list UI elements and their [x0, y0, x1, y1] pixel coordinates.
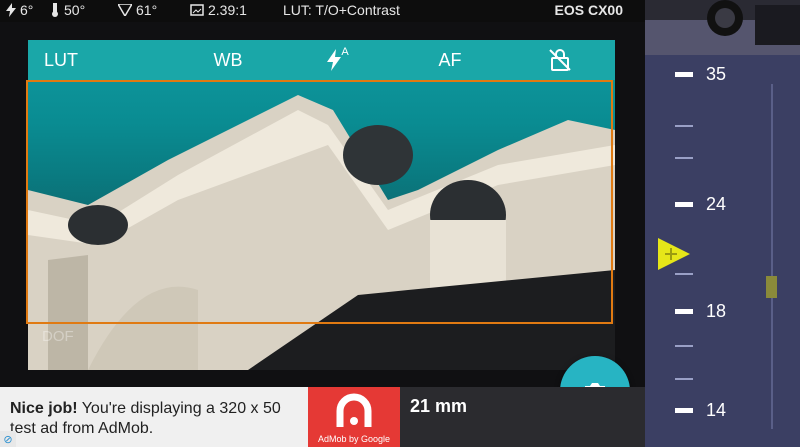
image-icon: [190, 4, 204, 16]
aspect-ratio-value: 2.39:1: [208, 2, 247, 18]
tick-minor: [675, 125, 693, 127]
wb-label: WB: [213, 49, 243, 70]
lut-status: LUT: T/O+Contrast: [283, 2, 400, 18]
thermometer-icon: [52, 3, 58, 17]
camera-thumbnail: [645, 0, 800, 55]
wb-button[interactable]: WB: [206, 40, 250, 80]
admob-logo[interactable]: AdMob by Google: [308, 387, 400, 447]
status-temp1: 50°: [50, 2, 85, 18]
sensor-icon: [118, 4, 132, 16]
adchoices-icon[interactable]: ⊘: [0, 431, 16, 447]
flash-auto-label: A: [341, 46, 349, 58]
zoom-pointer[interactable]: [656, 236, 692, 277]
scale-label: 24: [706, 194, 727, 214]
flash-icon: [327, 49, 342, 71]
status-bar: 6° 50° 61° 2.39:1 LUT: T/O+Contrast EOS …: [0, 0, 645, 22]
battery-value: 6°: [20, 2, 34, 18]
ad-banner[interactable]: Nice job! You're displaying a 320 x 50 t…: [0, 387, 308, 447]
lut-label: LUT: [43, 49, 78, 70]
focal-length: 21 mm: [410, 396, 468, 416]
lock-button[interactable]: [543, 40, 577, 80]
admob-icon: [336, 393, 372, 427]
zoom-slider-handle[interactable]: [766, 276, 777, 298]
scale-label: 18: [706, 301, 727, 321]
scale-label: 35: [706, 64, 727, 84]
status-ratio: 2.39:1: [190, 2, 247, 18]
lock-icon: [549, 49, 571, 71]
status-lut: LUT: T/O+Contrast: [283, 2, 400, 18]
ad-title: Nice job!: [10, 400, 78, 417]
pointer-arrow-icon: [658, 238, 690, 270]
flash-button[interactable]: A: [318, 40, 358, 80]
af-button[interactable]: AF: [428, 40, 472, 80]
lightning-icon: [6, 3, 16, 17]
tick-minor: [675, 345, 693, 347]
tick-minor: [675, 378, 693, 380]
status-camera: EOS CX00: [555, 2, 623, 18]
temp1-value: 50°: [64, 2, 86, 18]
status-battery: 6°: [6, 2, 33, 18]
af-label: AF: [438, 49, 462, 70]
tick-major: [675, 309, 693, 314]
camera-toolbar: LUT WB A AF: [28, 40, 615, 80]
dof-label: DOF: [42, 328, 74, 345]
camera-model: EOS CX00: [554, 2, 623, 18]
tick-major: [675, 72, 693, 77]
admob-caption: AdMob by Google: [317, 434, 391, 444]
tick-minor: [675, 157, 693, 159]
scale-label: 14: [706, 400, 727, 420]
tick-major: [675, 408, 693, 413]
camera-photo-image: [645, 0, 800, 55]
zoom-track: [771, 84, 773, 429]
status-temp2: 61°: [118, 2, 157, 18]
temp2-value: 61°: [136, 2, 158, 18]
framing-guide: [26, 80, 613, 324]
lut-button[interactable]: LUT: [36, 40, 86, 80]
tick-major: [675, 202, 693, 207]
